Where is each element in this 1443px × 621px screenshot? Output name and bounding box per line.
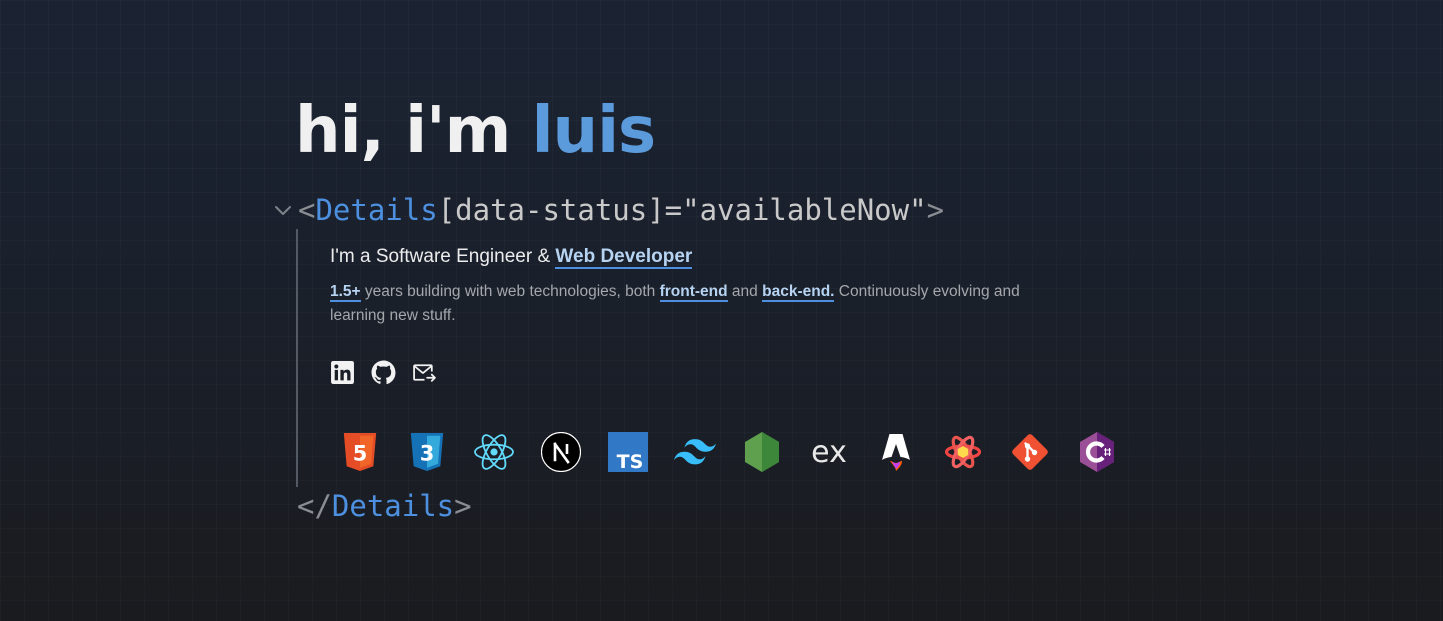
typescript-icon: TS [606,430,650,474]
closing-close-bracket: > [454,489,472,523]
indent-guide [296,229,298,487]
chevron-down-icon[interactable] [272,199,294,221]
css3-icon: 3 [405,430,449,474]
astro-icon [874,430,918,474]
github-icon[interactable] [371,360,396,385]
react-icon [472,430,516,474]
front-end-link[interactable]: front-end [659,283,728,302]
tag-attribute: [data-status]="availableNow" [437,193,927,227]
headline-text: I'm a Software Engineer & [330,246,556,267]
linkedin-icon[interactable] [330,360,355,385]
nextjs-icon [539,430,583,474]
social-links [330,360,437,385]
hero-name: luis [531,94,657,168]
years-link[interactable]: 1.5+ [330,283,361,302]
details-close-tag: </Details> [297,486,472,526]
html5-label: 5 [353,442,368,466]
email-icon[interactable] [412,360,437,385]
open-bracket: < [298,193,316,227]
web-developer-link[interactable]: Web Developer [555,246,693,269]
desc-text-2: and [727,283,763,300]
nodejs-icon [740,430,784,474]
tech-stack: 5 3 TS ex [338,430,1142,474]
intro-headline: I'm a Software Engineer & Web Developer [330,244,693,270]
closing-tag-name: Details [331,489,455,523]
closing-open-bracket: </ [297,489,332,523]
git-icon [1008,430,1052,474]
desc-text-1: years building with web technologies, bo… [360,283,660,300]
express-icon: ex [807,430,851,474]
express-label: ex [811,437,847,467]
tag-name: Details [315,193,438,227]
tailwind-icon [673,430,717,474]
react-query-icon [941,430,985,474]
html5-icon: 5 [338,430,382,474]
css3-label: 3 [420,442,435,466]
intro-description: 1.5+ years building with web technologie… [330,280,1060,327]
typescript-label: TS [617,451,644,472]
details-open-tag: < Details [data-status]="availableNow" > [272,190,944,230]
back-end-link[interactable]: back-end. [762,283,835,302]
hero-greeting: hi, i'm [295,94,532,168]
csharp-icon [1075,430,1119,474]
hero-title: hi, i'm luis [295,86,657,176]
close-bracket: > [926,193,945,227]
